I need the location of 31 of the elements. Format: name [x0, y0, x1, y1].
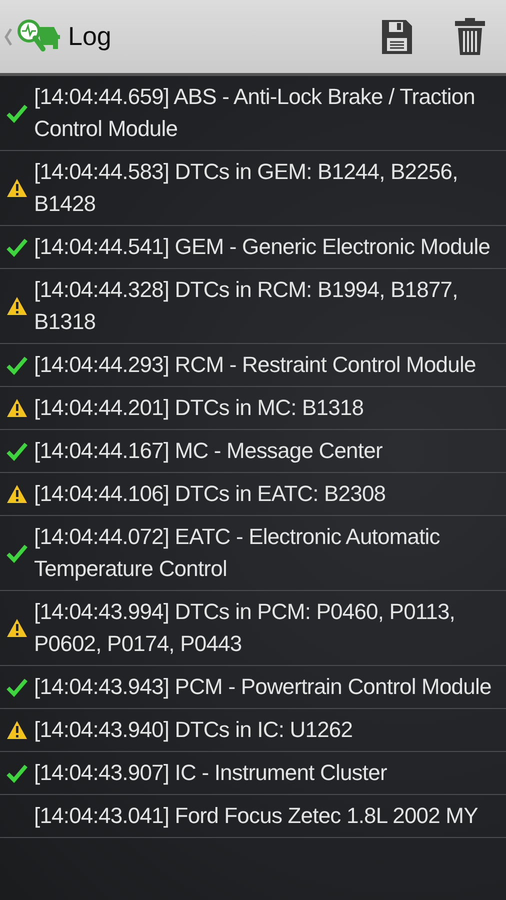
checkmark-icon: [6, 441, 28, 461]
log-entry: [14:04:43.943] PCM - Powertrain Control Module: [34, 673, 492, 701]
checkmark-icon: [6, 103, 28, 123]
warning-icon: [6, 720, 28, 740]
log-entry: [14:04:44.328] DTCs in RCM: B1994, B1877, B1318: [34, 276, 459, 336]
screen-title: Log: [68, 21, 112, 52]
delete-button[interactable]: [454, 16, 486, 56]
log-entry: [14:04:44.293] RCM - Restraint Control Module: [34, 351, 476, 379]
log-entry: [14:04:44.201] DTCs in MC: B1318: [34, 394, 364, 422]
checkmark-icon: [6, 543, 28, 563]
warning-icon: [6, 618, 28, 638]
warning-icon: [6, 296, 28, 316]
checkmark-icon: [6, 677, 28, 697]
chevron-icon: [4, 28, 12, 46]
log-entry: [14:04:44.072] EATC - Electronic Automatic Temperature Control: [34, 523, 441, 583]
checkmark-icon: [6, 763, 28, 783]
warning-icon: [6, 178, 28, 198]
warning-icon: [6, 484, 28, 504]
log-entry: [14:04:43.940] DTCs in IC: U1262: [34, 716, 353, 744]
log-entry: [14:04:43.994] DTCs in PCM: P0460, P0113, P0602, P0174, P0443: [34, 598, 456, 658]
log-entry: [14:04:44.583] DTCs in GEM: B1244, B2256, B1428: [34, 158, 459, 218]
log-entry: [14:04:44.659] ABS - Anti-Lock Brake / Traction Control Module: [34, 83, 476, 143]
checkmark-icon: [6, 355, 28, 375]
log-entry: [14:04:43.041] Ford Focus Zetec 1.8L 2002 MY: [34, 802, 478, 830]
save-button[interactable]: [380, 18, 414, 56]
log-entry: [14:04:44.106] DTCs in EATC: B2308: [34, 480, 386, 508]
log-entry: [14:04:44.541] GEM - Generic Electronic Module: [34, 233, 490, 261]
log-entry: [14:04:43.907] IC - Instrument Cluster: [34, 759, 387, 787]
checkmark-icon: [6, 237, 28, 257]
warning-icon: [6, 398, 28, 418]
log-entry: [14:04:44.167] MC - Message Center: [34, 437, 382, 465]
